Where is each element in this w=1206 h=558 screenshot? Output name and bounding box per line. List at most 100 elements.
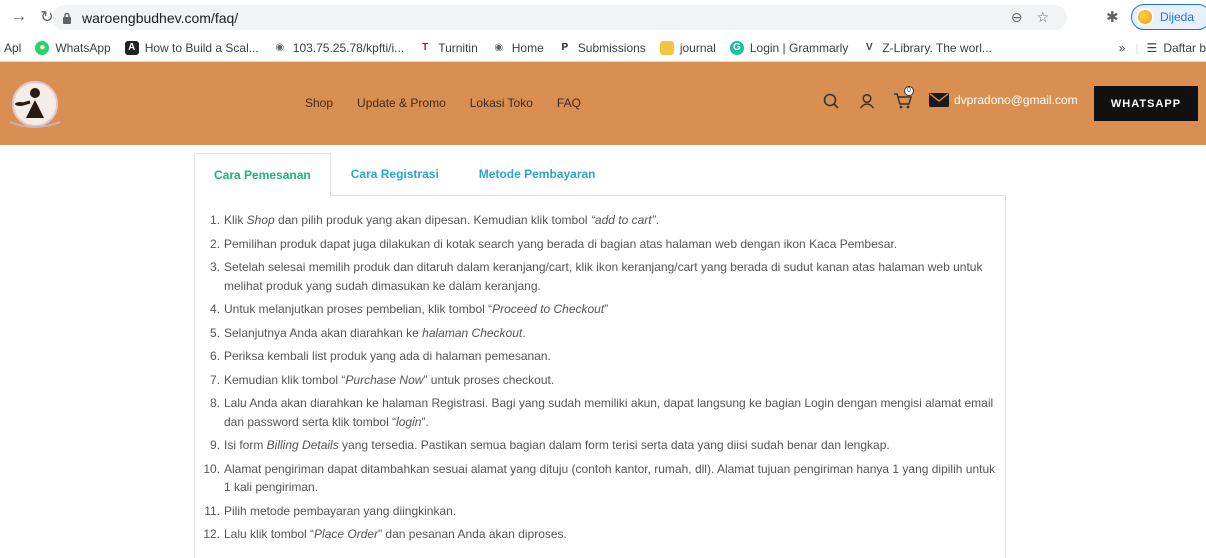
bookmark-label: Login | Grammarly (749, 40, 849, 55)
folder-icon (659, 40, 674, 55)
step-text-part: Pilih metode pembayaran yang diingkinkan… (224, 503, 457, 518)
search-icon[interactable] (820, 90, 842, 112)
list-item: 10. Alamat pengiriman dapat ditambahkan s… (203, 460, 999, 497)
user-icon[interactable] (856, 90, 878, 112)
nav-link-update-promo[interactable]: Update & Promo (357, 96, 446, 110)
bookmark-item[interactable]: P Submissions (557, 40, 646, 55)
step-text-part: ” (604, 302, 609, 316)
step-number: 5. (209, 325, 220, 340)
whatsapp-icon: ● (35, 40, 50, 55)
address-bar[interactable]: waroengbudhev.com/faq/ ⊖ ☆ (52, 5, 1067, 30)
bookmark-item[interactable]: V Z-Library. The worl... (862, 40, 992, 55)
bookmarks-overflow-button[interactable]: » (1119, 41, 1126, 55)
nav-link-shop[interactable]: Shop (305, 96, 333, 110)
bookmark-item[interactable]: journal (659, 40, 716, 55)
list-item: 6. Periksa kembali list produk yang ada d… (203, 347, 999, 366)
list-item: 4. Untuk melanjutkan proses pembelian, kl… (203, 300, 999, 319)
list-item: 11. Pilih metode pembayaran yang diingkin… (203, 502, 999, 521)
bookmark-item[interactable]: Apl (4, 41, 21, 55)
step-number: 7. (209, 372, 220, 387)
main-nav: Shop Update & Promo Lokasi Toko FAQ (305, 96, 581, 110)
email-text: dvpradono@gmail.com (954, 93, 1078, 107)
reading-list-icon[interactable]: ☰ (1147, 41, 1158, 55)
bookmark-label: Apl (4, 40, 22, 55)
tab-metode-pembayaran[interactable]: Metode Pembayaran (459, 153, 616, 195)
list-item: 7. Kemudian klik tombol “Purchase Now” un… (203, 371, 999, 390)
step-text-part: Lalu klik tombol “ (224, 527, 315, 541)
emphasis-text: Shop (246, 213, 275, 227)
store-logo[interactable] (6, 78, 64, 130)
step-text-part: Setelah selesai memilih produk dan ditar… (224, 260, 983, 293)
bookmark-label: WhatsApp (55, 40, 111, 55)
bookmark-item[interactable]: G Login | Grammarly (729, 40, 849, 55)
bookmark-label: How to Build a Scal... (144, 40, 259, 55)
emphasis-text: halaman Checkout (422, 325, 523, 340)
profile-button[interactable]: Dijeda (1131, 4, 1206, 30)
bookmark-item[interactable]: ◉ Home (491, 40, 544, 55)
step-number: 6. (209, 349, 220, 363)
divider: | (1135, 41, 1139, 55)
zoom-icon[interactable]: ⊖ (1011, 9, 1023, 26)
zlibrary-icon: V (862, 40, 877, 55)
step-text: Alamat pengiriman dapat ditambahkan sesu… (224, 460, 999, 497)
bookmark-item[interactable]: ◉ 103.75.25.78/kpfti/i... (272, 40, 404, 55)
step-text-part: dan pilih produk yang akan dipesan. Kemu… (274, 213, 591, 227)
step-text-part: Pemilihan produk dapat juga dilakukan di… (224, 236, 898, 251)
step-text-part: ”. (421, 414, 429, 429)
list-item: 3. Setelah selesai memilih produk dan dit… (203, 258, 999, 295)
step-text-part: Selanjutnya Anda akan diarahkan ke (224, 325, 423, 340)
bookmark-item[interactable]: ● WhatsApp (35, 40, 111, 55)
step-text: Lalu klik tombol “Place Order” dan pesan… (224, 525, 567, 544)
url-text[interactable]: waroengbudhev.com/faq/ (82, 10, 238, 26)
turnitin-icon: T (418, 40, 433, 55)
tab-cara-registrasi[interactable]: Cara Registrasi (331, 153, 459, 195)
bookmarks-bar: Apl ● WhatsApp A How to Build a Scal... ◉ 103.… (0, 34, 1206, 62)
step-text-part: . (655, 213, 659, 227)
step-text-part: Klik (224, 213, 247, 227)
step-text-part: Isi form (224, 438, 267, 452)
step-text-part: Periksa kembali list produk yang ada di … (224, 349, 551, 363)
emphasis-text: Billing Details (266, 438, 339, 452)
step-number: 12. (203, 527, 220, 541)
site-header: Shop Update & Promo Lokasi Toko FAQ 0 dvpra… (0, 62, 1206, 145)
bookmark-label: Submissions (577, 40, 646, 55)
step-text-part: ” dan pesanan Anda akan diproses. (378, 527, 567, 541)
whatsapp-button[interactable]: WHATSAPP (1094, 86, 1198, 121)
step-text: Periksa kembali list produk yang ada di … (224, 347, 551, 366)
reading-list-label[interactable]: Daftar b (1163, 41, 1206, 55)
step-text: Selanjutnya Anda akan diarahkan ke halam… (224, 324, 526, 343)
avatar (1136, 8, 1154, 26)
step-text: Setelah selesai memilih produk dan ditar… (224, 258, 999, 295)
globe-icon: ◉ (491, 40, 506, 55)
bookmark-item[interactable]: T Turnitin (418, 40, 478, 55)
step-number: 3. (209, 260, 220, 274)
step-text-part: yang tersedia. Pastikan semua bagian dal… (338, 438, 890, 452)
star-icon[interactable]: ☆ (1036, 9, 1049, 26)
step-text: Kemudian klik tombol “Purchase Now” untu… (224, 371, 554, 390)
tab-cara-pemesanan[interactable]: Cara Pemesanan (194, 153, 331, 196)
list-item: 8. Lalu Anda akan diarahkan ke halaman Re… (203, 394, 999, 431)
list-item: 9. Isi form Billing Details yang tersedia… (203, 436, 999, 455)
nav-link-faq[interactable]: FAQ (557, 96, 581, 110)
list-item: 1. Klik Shop dan pilih produk yang akan d… (203, 211, 999, 230)
step-text: Isi form Billing Details yang tersedia. … (224, 436, 890, 455)
puzzle-icon[interactable]: ✱ (1106, 8, 1124, 26)
step-text-part: Untuk melanjutkan proses pembelian, klik… (224, 302, 493, 316)
step-text-part: . (522, 325, 526, 340)
bookmark-label: Z-Library. The worl... (882, 40, 992, 55)
bookmark-item[interactable]: A How to Build a Scal... (124, 40, 259, 55)
grammarly-icon: G (729, 40, 744, 55)
back-arrow-icon[interactable]: → (8, 6, 30, 28)
header-icons: 0 (820, 86, 914, 112)
step-number: 9. (209, 438, 220, 452)
emphasis-text: “add to cart” (590, 213, 656, 227)
cart-icon[interactable]: 0 (892, 86, 914, 112)
step-text: Pilih metode pembayaran yang diingkinkan… (224, 502, 456, 521)
emphasis-text: Proceed to Checkout (492, 302, 605, 316)
pkp-icon: P (557, 40, 572, 55)
nav-link-lokasi-toko[interactable]: Lokasi Toko (470, 96, 533, 110)
emphasis-text: Purchase Now (345, 372, 424, 387)
cart-count-badge: 0 (904, 86, 914, 96)
envelope-icon (929, 93, 949, 107)
contact-email[interactable]: dvpradono@gmail.com (929, 93, 1078, 107)
